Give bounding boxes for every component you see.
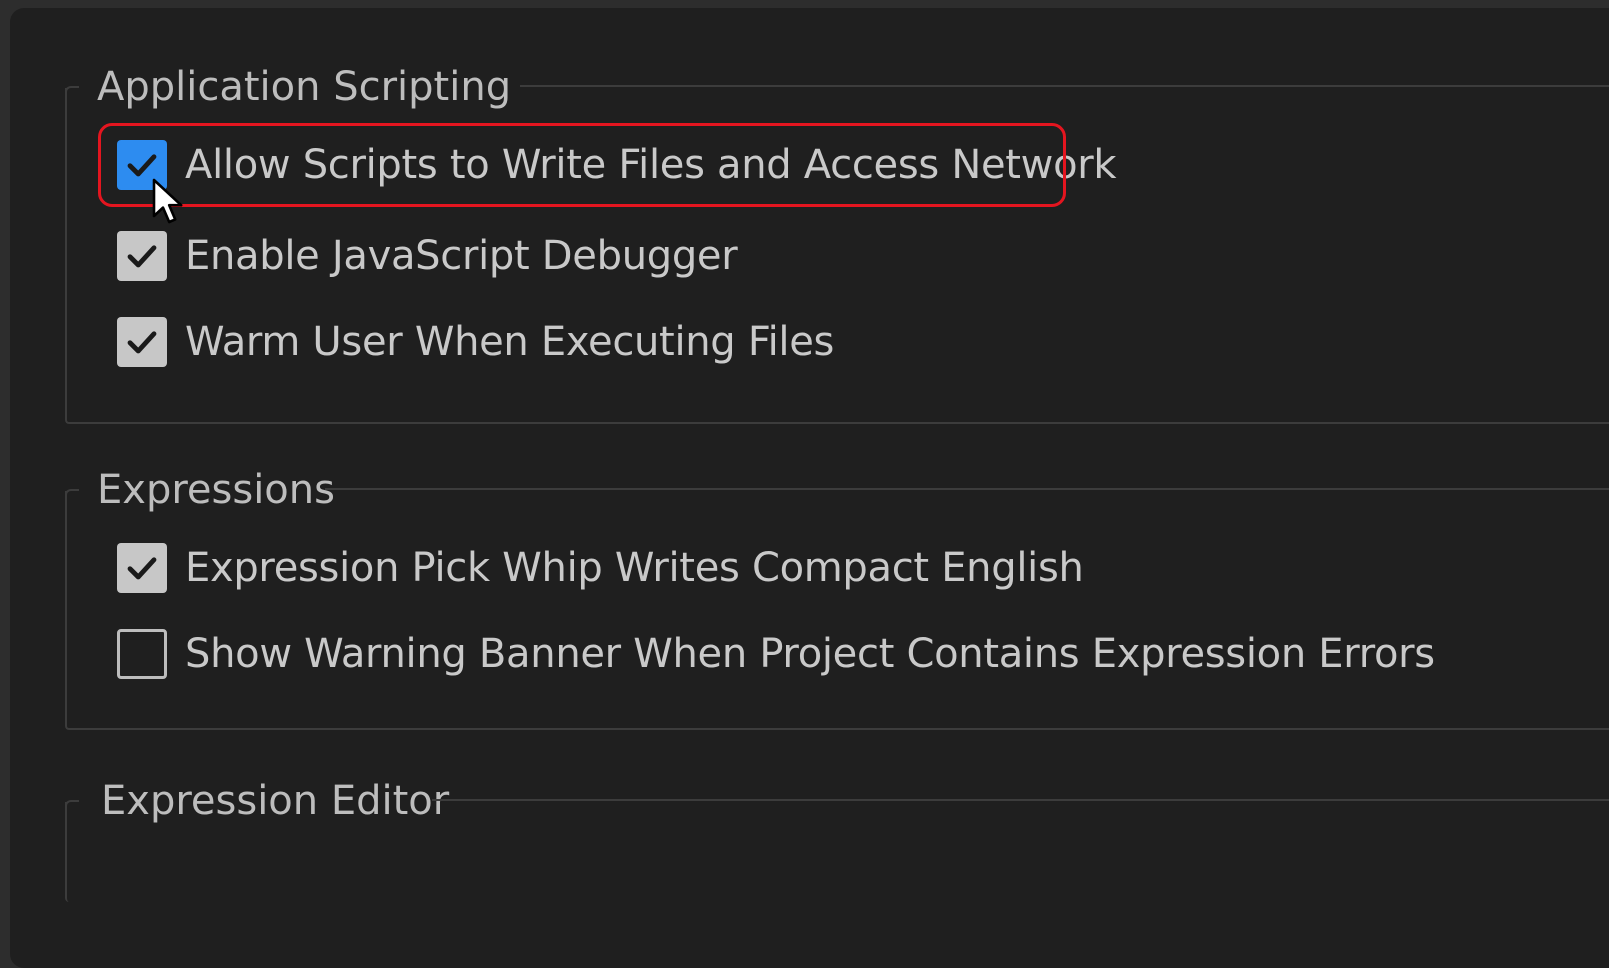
option-label: Warm User When Executing Files [185,319,835,365]
enable-javascript-debugger-checkbox[interactable] [117,231,167,281]
section-title-expression-editor: Expression Editor [101,778,450,824]
checkmark-icon [127,557,157,580]
group-expressions: Expressions Expression Pick Whip Writes … [65,467,1609,730]
checkmark-icon [127,245,157,268]
option-label: Show Warning Banner When Project Contain… [185,631,1435,677]
group-expression-editor: Expression Editor [65,778,1609,902]
mouse-pointer-icon [152,178,183,224]
show-warning-banner-checkbox[interactable] [117,629,167,679]
section-title-application-scripting: Application Scripting [97,64,512,110]
pick-whip-compact-english-checkbox[interactable] [117,543,167,593]
group-corner [65,489,79,503]
group-corner [65,800,79,814]
option-label: Enable JavaScript Debugger [185,233,738,279]
option-label: Expression Pick Whip Writes Compact Engl… [185,545,1084,591]
section-title-rule [325,488,1609,490]
warm-user-checkbox[interactable] [117,317,167,367]
group-corner [65,86,79,100]
section-title-rule [520,85,1609,87]
option-show-warning-banner[interactable]: Show Warning Banner When Project Contain… [117,627,1435,681]
option-pick-whip-compact-english[interactable]: Expression Pick Whip Writes Compact Engl… [117,541,1084,595]
option-enable-javascript-debugger[interactable]: Enable JavaScript Debugger [117,229,738,283]
option-warm-user-executing-files[interactable]: Warm User When Executing Files [117,315,834,369]
checkmark-icon [127,331,157,354]
section-title-rule [432,799,1609,801]
section-title-expressions: Expressions [97,467,335,513]
focus-highlight [98,123,1066,207]
